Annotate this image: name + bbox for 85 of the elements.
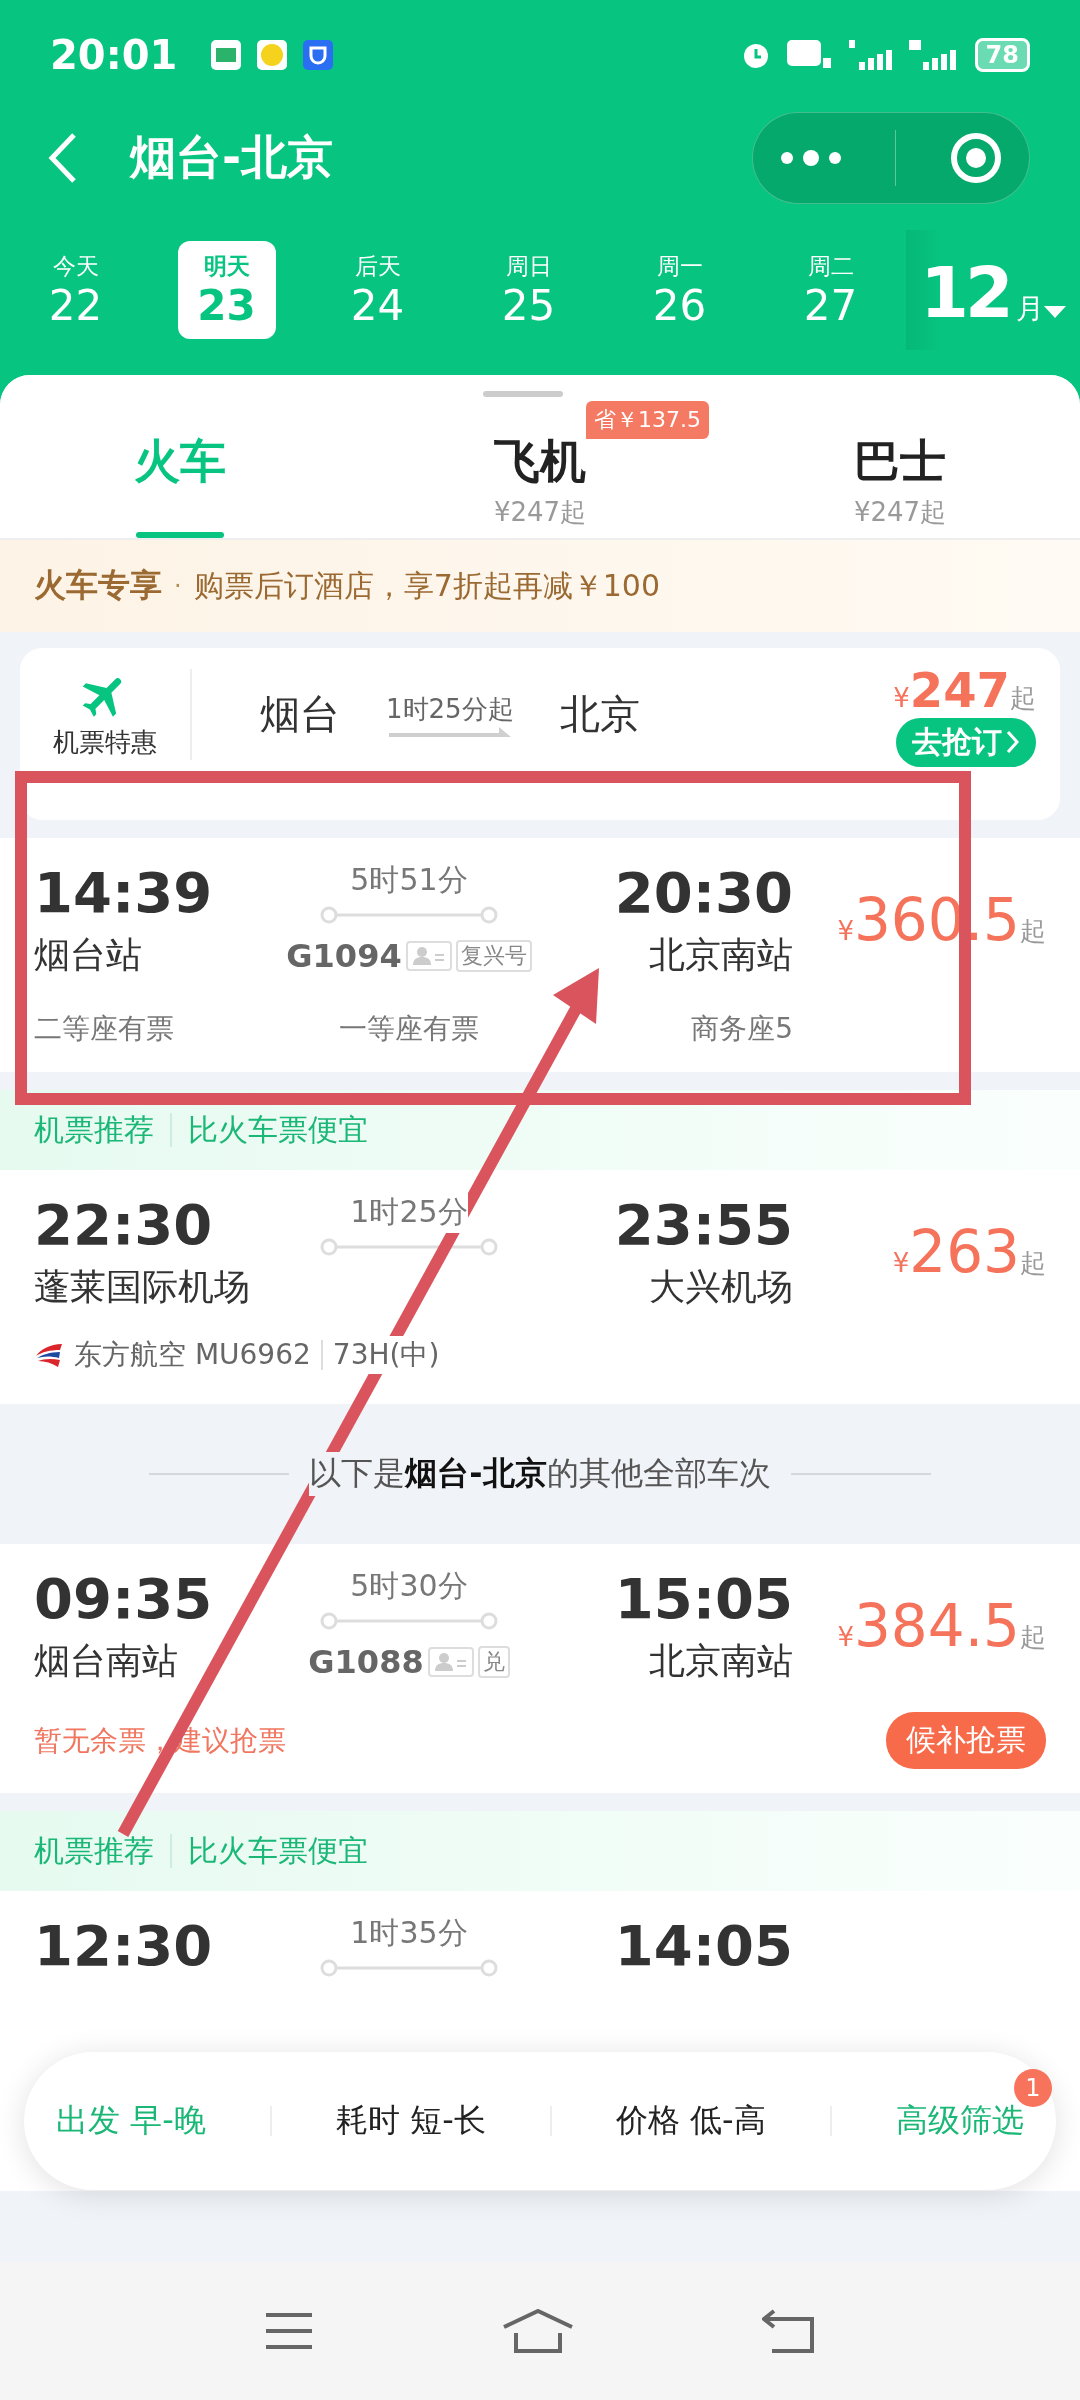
duration: 1时35分 xyxy=(350,1915,468,1950)
promo-text: 购票后订酒店，享7折起再减￥100 xyxy=(193,566,660,605)
recommend-tag: 比火车票便宜 xyxy=(188,1109,368,1151)
train-number: G1088 xyxy=(308,1642,424,1681)
train-number: G1094 xyxy=(286,936,402,975)
separator-dot: · xyxy=(174,572,182,600)
route-line-icon xyxy=(319,1958,499,1978)
signal-icon xyxy=(846,40,893,70)
battery-level: 78 xyxy=(974,38,1030,72)
price: ¥384.5 起 xyxy=(837,1592,1046,1660)
saving-badge: 省￥137.5 xyxy=(586,401,709,439)
seat-availability: 二等座有票 xyxy=(34,1011,174,1047)
recommend-tag: 机票推荐 xyxy=(34,1830,154,1872)
aircraft-type: 73H(中) xyxy=(332,1338,440,1371)
duration: 5时30分 xyxy=(350,1567,468,1605)
train-tag: 兑 xyxy=(477,1645,510,1678)
promo-banner[interactable]: 火车专享 · 购票后订酒店，享7折起再减￥100 xyxy=(0,540,1080,632)
transport-tab[interactable]: 火车 xyxy=(0,375,360,538)
destination-city: 北京 xyxy=(559,689,640,739)
arrival-station: 北京南站 xyxy=(649,933,793,977)
arrival-time: 14:05 xyxy=(614,1913,793,1978)
transport-tab[interactable]: 巴士 ¥247起 xyxy=(720,375,1080,538)
filter-count-badge: 1 xyxy=(1013,2069,1052,2107)
menu-icon[interactable] xyxy=(264,2311,314,2351)
page-title: 烟台-北京 xyxy=(130,128,334,186)
sort-option[interactable]: 耗时 短-长 xyxy=(336,2099,486,2143)
recommend-tag: 比火车票便宜 xyxy=(188,1830,368,1872)
price: ¥263起 xyxy=(892,1218,1046,1286)
sort-option[interactable]: 价格 低-高 xyxy=(615,2099,766,2143)
airline-logo-icon xyxy=(34,1342,64,1368)
date-tab[interactable]: 今天 22 xyxy=(26,241,125,339)
date-tab[interactable]: 明天 23 xyxy=(177,241,276,339)
date-tab[interactable]: 周二 27 xyxy=(781,241,880,339)
transport-tab[interactable]: 飞机 省￥137.5 ¥247起 xyxy=(360,375,720,538)
departure-station: 烟台南站 xyxy=(34,1639,179,1683)
shield-app-icon xyxy=(303,40,334,70)
status-time: 20:01 xyxy=(50,32,178,78)
arrow-icon xyxy=(388,726,511,737)
flight-deal-card[interactable]: 机票特惠 烟台 1时25分起 北京 ¥247起 去抢订 xyxy=(20,648,1060,820)
sort-option[interactable]: 出发 早-晚 xyxy=(56,2099,206,2143)
person-icon xyxy=(427,1646,474,1677)
recommend-tag: 机票推荐 xyxy=(34,1109,154,1151)
departure-station: 烟台站 xyxy=(34,933,143,977)
book-button[interactable]: 去抢订 xyxy=(896,717,1036,767)
arrival-time: 15:05 xyxy=(614,1566,793,1631)
arrival-airport: 大兴机场 xyxy=(649,1265,793,1309)
deal-duration: 1时25分起 xyxy=(386,692,514,726)
seat-availability: 商务座5 xyxy=(691,1011,793,1047)
section-divider-text: 以下是烟台-北京的其他全部车次 xyxy=(309,1452,771,1496)
route-line-icon xyxy=(319,1611,499,1631)
departure-time: 09:35 xyxy=(34,1566,214,1631)
deal-price: ¥247起 xyxy=(893,661,1036,718)
date-tab[interactable]: 后天 24 xyxy=(328,241,427,339)
home-icon[interactable] xyxy=(502,2309,574,2353)
flight-card[interactable]: 机票推荐 比火车票便宜 22:30 1时25分 23:55 ¥263起 蓬莱国际机场 大兴机场 东方航空 MU6962 73H(中) xyxy=(0,1090,1080,1404)
deal-label: 机票特惠 xyxy=(53,725,157,759)
date-tab[interactable]: 周一 26 xyxy=(630,241,729,339)
close-target-icon[interactable] xyxy=(948,130,1003,185)
promo-title: 火车专享 xyxy=(34,565,162,606)
departure-airport: 蓬莱国际机场 xyxy=(34,1265,251,1309)
signal-icon xyxy=(908,40,959,70)
train-tag: 复兴号 xyxy=(455,939,532,972)
more-icon[interactable] xyxy=(779,147,844,168)
back-nav-icon[interactable] xyxy=(762,2309,816,2353)
arrival-time: 23:55 xyxy=(614,1192,793,1257)
date-tab[interactable]: 周日 25 xyxy=(479,241,578,339)
chevron-icon xyxy=(1006,730,1020,754)
caret-icon xyxy=(1043,306,1066,318)
arrival-station: 北京南站 xyxy=(649,1639,793,1683)
airline-info: 东方航空 MU6962 xyxy=(74,1337,311,1373)
waitlist-button[interactable]: 候补抢票 xyxy=(886,1712,1046,1769)
departure-time: 22:30 xyxy=(34,1192,214,1257)
origin-city: 烟台 xyxy=(260,689,340,739)
arrival-time: 20:30 xyxy=(614,860,793,925)
seat-availability: 一等座有票 xyxy=(339,1011,479,1047)
duration: 1时25分 xyxy=(350,1194,468,1229)
person-icon xyxy=(405,940,452,971)
back-icon[interactable] xyxy=(48,131,78,184)
route-line-icon xyxy=(319,905,499,925)
app-icon xyxy=(211,40,242,70)
route-line-icon xyxy=(319,1237,499,1257)
departure-time: 14:39 xyxy=(34,860,214,925)
departure-time: 12:30 xyxy=(34,1913,214,1978)
music-app-icon xyxy=(257,40,288,70)
duration: 5时51分 xyxy=(350,861,468,899)
